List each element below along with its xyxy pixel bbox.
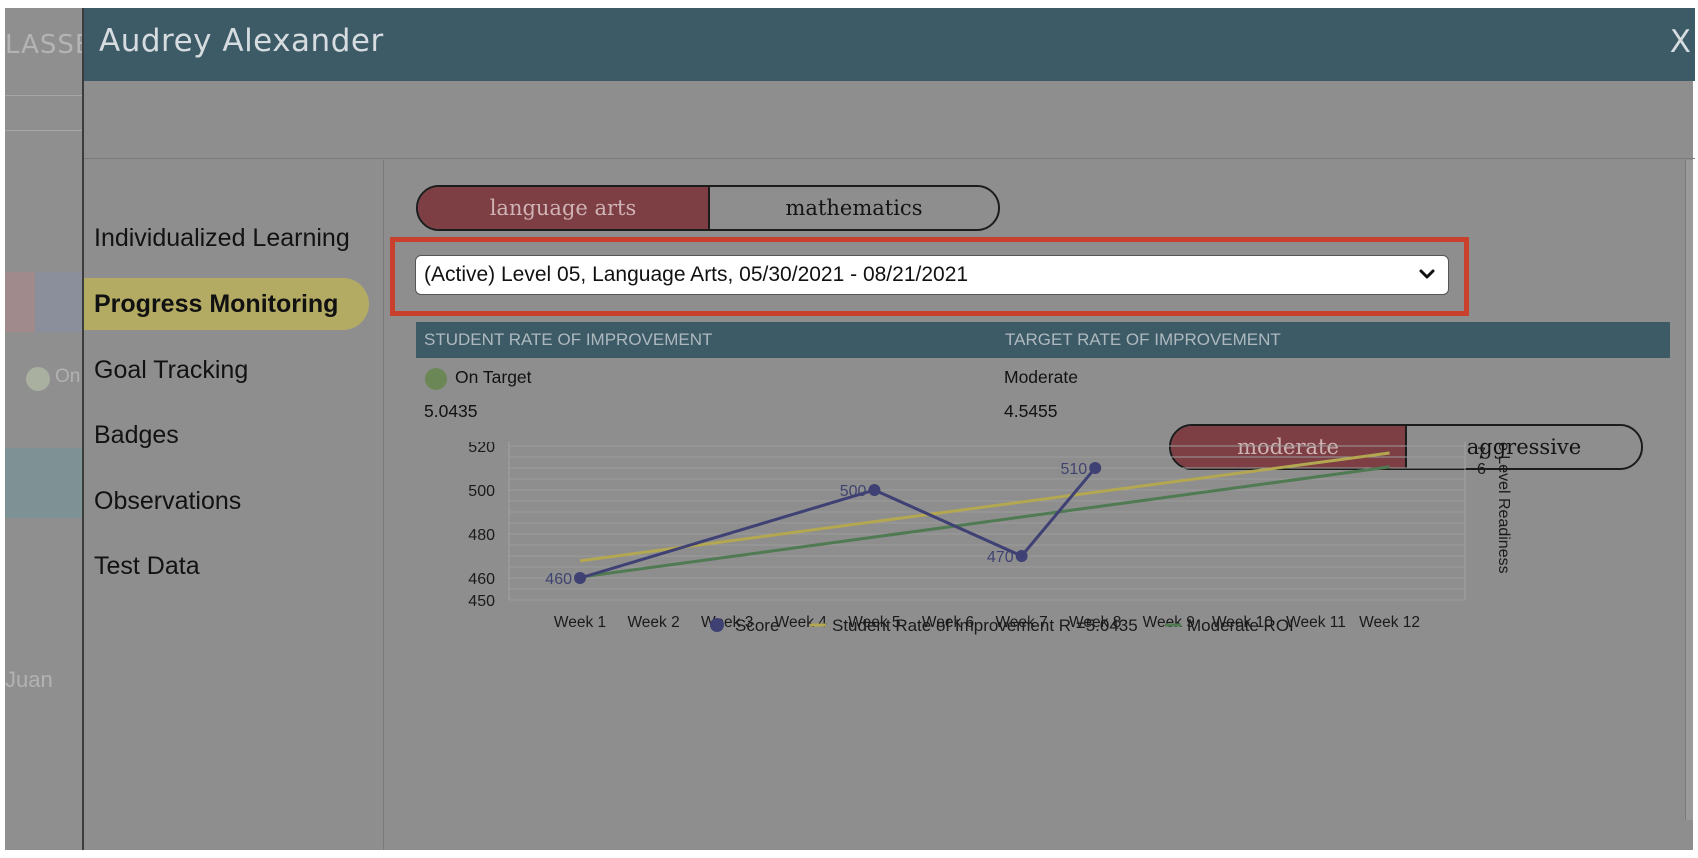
score-point xyxy=(868,484,881,496)
tab-language-arts[interactable]: language arts xyxy=(418,187,708,229)
target-roi-header: TARGET RATE OF IMPROVEMENT xyxy=(1005,330,1281,349)
legend-score-marker xyxy=(710,618,724,632)
score-data-label: 460 xyxy=(545,571,572,588)
y2-axis-label: Grade Level Readiness xyxy=(1495,442,1512,574)
student-modal: Audrey Alexander X Individualized Learni… xyxy=(82,8,1695,850)
background-bar xyxy=(35,272,82,332)
x-tick-label: Week 1 xyxy=(554,614,606,631)
progress-chart-svg: 450460480500520540550Week 1Week 2Week 3W… xyxy=(468,373,1512,635)
subject-toggle: language arts mathematics xyxy=(416,185,1000,231)
period-select-value: (Active) Level 05, Language Arts, 05/30/… xyxy=(424,263,969,286)
score-data-label: 510 xyxy=(1060,461,1087,478)
student-roi-status: On Target xyxy=(455,367,532,387)
background-classes-label: LASSE xyxy=(5,30,93,60)
score-point xyxy=(1015,550,1028,562)
tab-mathematics[interactable]: mathematics xyxy=(708,187,998,229)
sidebar-item-individualized-learning[interactable]: Individualized Learning xyxy=(94,212,350,264)
progress-chart: 450460480500520540550Week 1Week 2Week 3W… xyxy=(415,373,1675,842)
chevron-down-icon xyxy=(1419,269,1435,279)
background-status-label: On xyxy=(55,366,81,387)
x-tick-label: Week 4 xyxy=(775,614,828,631)
background-divider xyxy=(5,95,82,96)
x-tick-label: Week 11 xyxy=(1286,614,1346,631)
sidebar-item-progress-monitoring[interactable]: Progress Monitoring xyxy=(84,278,369,330)
background-bar xyxy=(5,272,35,332)
progress-monitoring-panel: language arts mathematics (Active) Level… xyxy=(385,160,1685,850)
y-tick-label: 520 xyxy=(468,442,495,456)
sidebar-item-goal-tracking[interactable]: Goal Tracking xyxy=(94,344,248,396)
y2-tick-label: 6 xyxy=(1477,461,1486,478)
legend-score-label: Score xyxy=(735,616,779,635)
y-tick-label: 460 xyxy=(468,571,495,588)
score-point xyxy=(1089,462,1102,474)
screen: LASSE On Juan Audrey Alexander X Individ… xyxy=(0,0,1698,858)
y-tick-label: 450 xyxy=(468,593,495,610)
modal-subheader xyxy=(84,81,1695,159)
on-target-status-icon xyxy=(425,368,447,390)
sidebar-item-test-data[interactable]: Test Data xyxy=(94,540,200,592)
moderate-roi-line xyxy=(579,465,1390,579)
y-tick-label: 480 xyxy=(468,527,495,544)
score-data-label: 470 xyxy=(987,549,1014,566)
background-status-dot xyxy=(26,367,50,391)
close-button[interactable]: X xyxy=(1670,24,1691,60)
background-student-name: Juan xyxy=(5,667,53,692)
score-data-label: 500 xyxy=(840,483,867,500)
target-roi-label: Moderate xyxy=(1004,367,1078,387)
x-tick-label: Week 12 xyxy=(1359,614,1420,631)
background-divider xyxy=(5,130,82,131)
legend-moderate-roi-label: Moderate ROI xyxy=(1187,616,1294,635)
y-tick-label: 500 xyxy=(468,483,495,500)
period-select[interactable]: (Active) Level 05, Language Arts, 05/30/… xyxy=(415,255,1449,295)
student-roi-value: 5.0435 xyxy=(424,401,478,421)
target-roi-value: 4.5455 xyxy=(1004,401,1058,421)
modal-title: Audrey Alexander xyxy=(99,23,384,59)
legend-student-roi-label: Student Rate of Improvement R =5.0435 xyxy=(832,616,1138,635)
modal-header: Audrey Alexander X xyxy=(84,8,1695,81)
sidebar: Individualized Learning Progress Monitor… xyxy=(84,160,384,850)
student-roi-header: STUDENT RATE OF IMPROVEMENT xyxy=(424,330,713,349)
scrollbar[interactable] xyxy=(1685,160,1693,820)
sidebar-item-badges[interactable]: Badges xyxy=(94,409,179,461)
sidebar-item-observations[interactable]: Observations xyxy=(94,475,241,527)
background-panel xyxy=(5,448,82,518)
score-point xyxy=(574,572,586,584)
x-tick-label: Week 2 xyxy=(627,614,679,631)
roi-header: STUDENT RATE OF IMPROVEMENT TARGET RATE … xyxy=(416,322,1670,358)
